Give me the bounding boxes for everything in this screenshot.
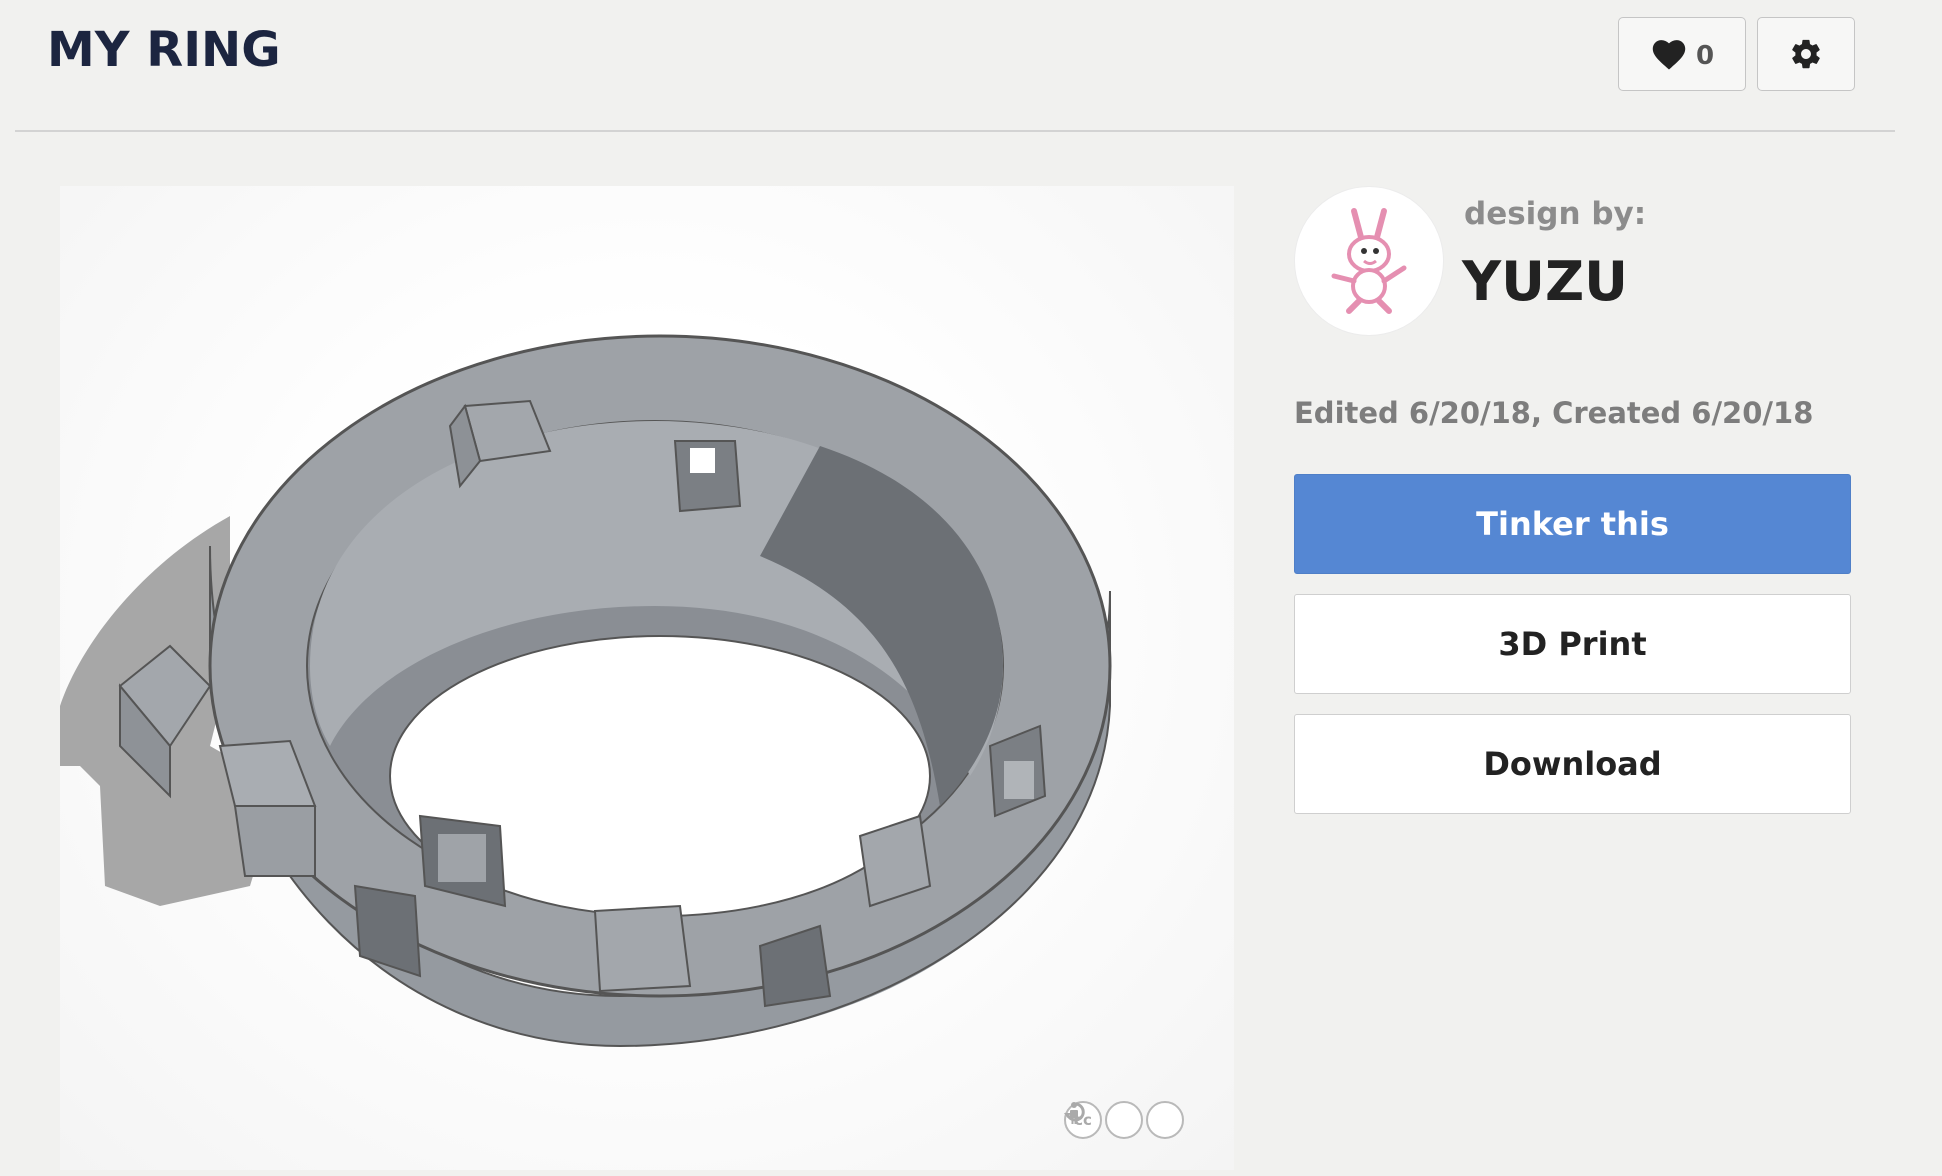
by-icon xyxy=(1070,1101,1143,1139)
ring-model-image xyxy=(60,334,1112,1048)
settings-button[interactable] xyxy=(1757,17,1855,91)
download-button[interactable]: Download xyxy=(1294,714,1851,814)
sa-icon xyxy=(1064,1101,1184,1139)
tinker-this-button[interactable]: Tinker this xyxy=(1294,474,1851,574)
page-title: MY RING xyxy=(47,22,281,78)
header-divider xyxy=(15,130,1895,132)
3d-print-button[interactable]: 3D Print xyxy=(1294,594,1851,694)
model-viewer[interactable]: cc xyxy=(60,186,1234,1170)
like-count: 0 xyxy=(1695,41,1715,71)
bunny-avatar-image xyxy=(1331,208,1407,314)
edit-create-dates: Edited 6/20/18, Created 6/20/18 xyxy=(1294,396,1814,430)
gear-icon xyxy=(1792,39,1820,69)
designer-avatar[interactable] xyxy=(1294,186,1444,336)
heart-icon xyxy=(1652,40,1686,70)
design-by-label: design by: xyxy=(1464,196,1647,232)
license-badges[interactable]: cc xyxy=(1064,1101,1184,1139)
like-button[interactable]: 0 xyxy=(1618,17,1746,91)
designer-name[interactable]: YUZU xyxy=(1462,250,1628,313)
